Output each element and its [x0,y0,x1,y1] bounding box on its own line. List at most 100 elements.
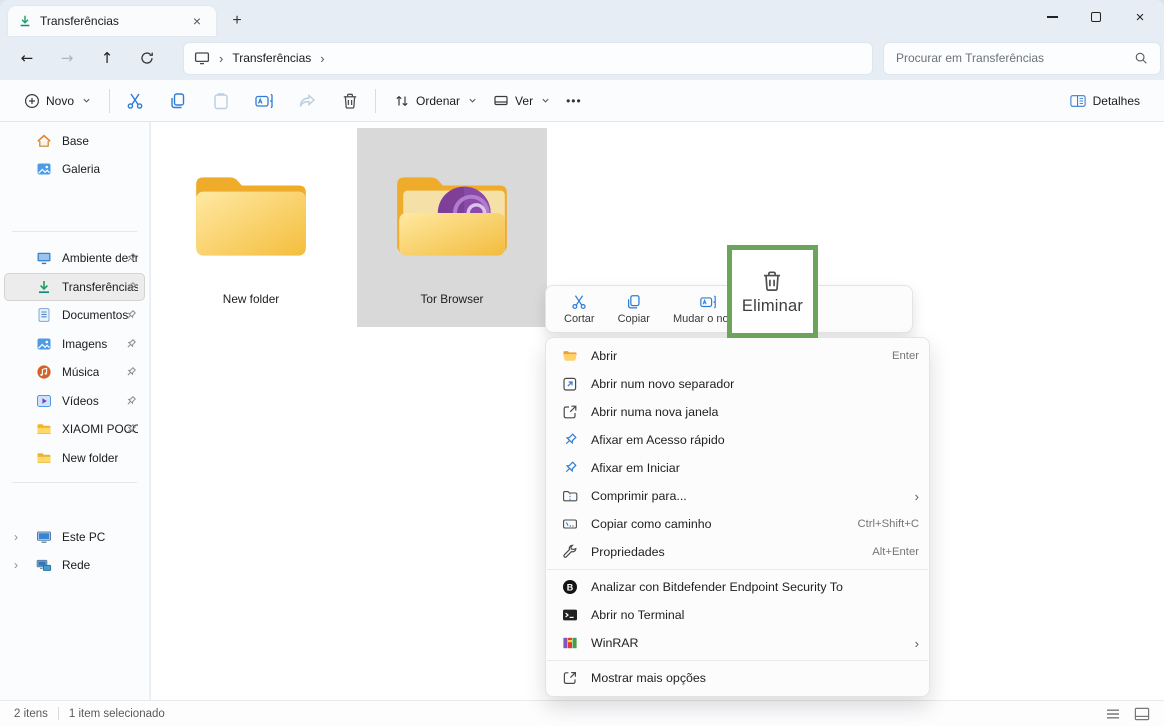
pictures-icon [36,336,52,352]
pin-icon [125,366,137,378]
sidebar-item-rede[interactable]: ›Rede [4,551,145,579]
sidebar-spacer [0,183,149,221]
svg-text:B: B [567,582,574,592]
copy-button[interactable] [163,86,193,116]
sidebar-item-musica[interactable]: Música [4,358,145,387]
search-input[interactable]: Procurar em Transferências [884,43,1160,74]
sidebar-item-base[interactable]: Base [4,127,145,155]
refresh-button[interactable] [138,48,156,68]
new-button-label: Novo [46,94,74,108]
list-view-icon[interactable] [1106,707,1120,721]
file-tile-new-folder[interactable]: New folder [167,128,335,327]
new-tab-button[interactable]: + [224,8,250,34]
sidebar-item-label: Galeria [62,162,100,176]
maximize-icon [1091,12,1101,22]
search-placeholder: Procurar em Transferências [896,51,1134,65]
rename-button[interactable] [249,86,279,116]
new-button[interactable]: Novo [16,87,99,115]
delete-button-label: Eliminar [742,297,803,316]
address-bar[interactable]: › Transferências › [184,43,872,74]
quick-action-copiar[interactable]: Copiar [614,291,654,327]
file-tile-tor-browser[interactable]: Tor Browser [357,128,547,327]
sidebar-item-galeria[interactable]: Galeria [4,155,145,183]
command-toolbar: Novo Ordenar Ver ••• Detalhes [0,80,1164,122]
delete-highlight-annotation: Eliminar [727,245,818,338]
sidebar-item-xiaomi-poco-f[interactable]: XIAOMI POCO F [4,415,145,444]
chevron-right-icon[interactable]: › [14,558,18,572]
navigation-bar: ← → ↑ › Transferências › Procurar em Tra… [0,36,1164,80]
delete-quick-button[interactable]: Eliminar [742,268,803,316]
menu-item-mostrar-mais-opcoes[interactable]: Mostrar mais opções [546,664,929,692]
quick-action-cortar[interactable]: Cortar [560,291,599,327]
open-new-window-icon [562,404,578,420]
sidebar-item-label: New folder [62,451,118,465]
back-button[interactable]: ← [18,48,36,68]
menu-item-propriedades[interactable]: PropriedadesAlt+Enter [546,538,929,566]
close-icon: × [1136,10,1145,25]
sidebar-item-imagens[interactable]: Imagens [4,330,145,359]
close-button[interactable]: × [1118,0,1162,34]
sidebar-item-este-pc[interactable]: ›Este PC [4,523,145,551]
sidebar-item-new-folder[interactable]: New folder [4,444,145,473]
menu-item-afixar-em-iniciar[interactable]: Afixar em Iniciar [546,454,929,482]
rename-icon [254,91,274,111]
menu-item-abrir[interactable]: AbrirEnter [546,342,929,370]
trash-icon [340,91,360,111]
menu-item-label: Afixar em Acesso rápido [591,433,919,447]
chevron-right-icon[interactable]: › [14,530,18,544]
submenu-chevron-icon: › [915,636,919,651]
menu-item-abrir-num-novo-separador[interactable]: Abrir num novo separador [546,370,929,398]
sort-button[interactable]: Ordenar [386,87,485,115]
desktop-icon [36,250,52,266]
menu-item-label: Abrir numa nova janela [591,405,919,419]
chevron-down-icon [82,96,91,105]
forward-button[interactable]: → [58,48,76,68]
menu-item-winrar[interactable]: WinRAR› [546,629,929,657]
pc-icon [36,529,52,545]
scissors-icon [125,91,145,111]
paste-icon [211,91,231,111]
sidebar-item-documentos[interactable]: Documentos [4,301,145,330]
menu-item-label: Copiar como caminho [591,517,844,531]
grid-view-icon[interactable] [1134,706,1150,722]
sort-button-label: Ordenar [416,94,460,108]
menu-item-analizar-con-bitdefender-endpoint-security-to[interactable]: B Analizar con Bitdefender Endpoint Secur… [546,573,929,601]
menu-item-label: Analizar con Bitdefender Endpoint Securi… [591,580,919,594]
details-button-label: Detalhes [1093,94,1140,108]
sidebar-item-transferencias[interactable]: Transferências [4,273,145,302]
menu-item-copiar-como-caminho[interactable]: Copiar como caminho Ctrl+Shift+C [546,510,929,538]
tab-close-icon[interactable]: × [188,12,206,30]
menu-item-comprimir-para[interactable]: Comprimir para...› [546,482,929,510]
quick-action-label: Cortar [564,313,595,325]
up-button[interactable]: ↑ [98,48,116,68]
minimize-button[interactable] [1030,0,1074,34]
breadcrumb-separator: › [320,51,324,66]
folder-icon [36,421,52,437]
more-options-button[interactable]: ••• [558,88,590,114]
share-button[interactable] [292,86,322,116]
refresh-icon[interactable] [139,50,155,66]
monitor-icon [194,50,210,66]
menu-item-label: Comprimir para... [591,489,902,503]
cut-button[interactable] [120,86,150,116]
maximize-button[interactable] [1074,0,1118,34]
trash-icon [759,268,785,294]
delete-button[interactable] [335,86,365,116]
menu-item-abrir-no-terminal[interactable]: Abrir no Terminal [546,601,929,629]
file-name: New folder [223,292,279,306]
sidebar-item-ambiente-de-tra[interactable]: Ambiente de tra [4,244,145,273]
breadcrumb-segment[interactable]: Transferências [232,51,311,65]
pin-blue-icon [562,432,578,448]
menu-item-abrir-numa-nova-janela[interactable]: Abrir numa nova janela [546,398,929,426]
window-controls: × [1030,0,1162,34]
download-icon [18,14,32,28]
search-icon[interactable] [1134,51,1148,65]
details-button[interactable]: Detalhes [1062,87,1148,115]
sidebar-item-videos[interactable]: Vídeos [4,387,145,416]
tab-bar: Transferências × + × [0,0,1164,36]
view-button[interactable]: Ver [485,87,558,115]
paste-button[interactable] [206,86,236,116]
menu-item-shortcut: Ctrl+Shift+C [857,518,919,530]
tab-transferencias[interactable]: Transferências × [8,6,216,36]
menu-item-afixar-em-acesso-rapido[interactable]: Afixar em Acesso rápido [546,426,929,454]
